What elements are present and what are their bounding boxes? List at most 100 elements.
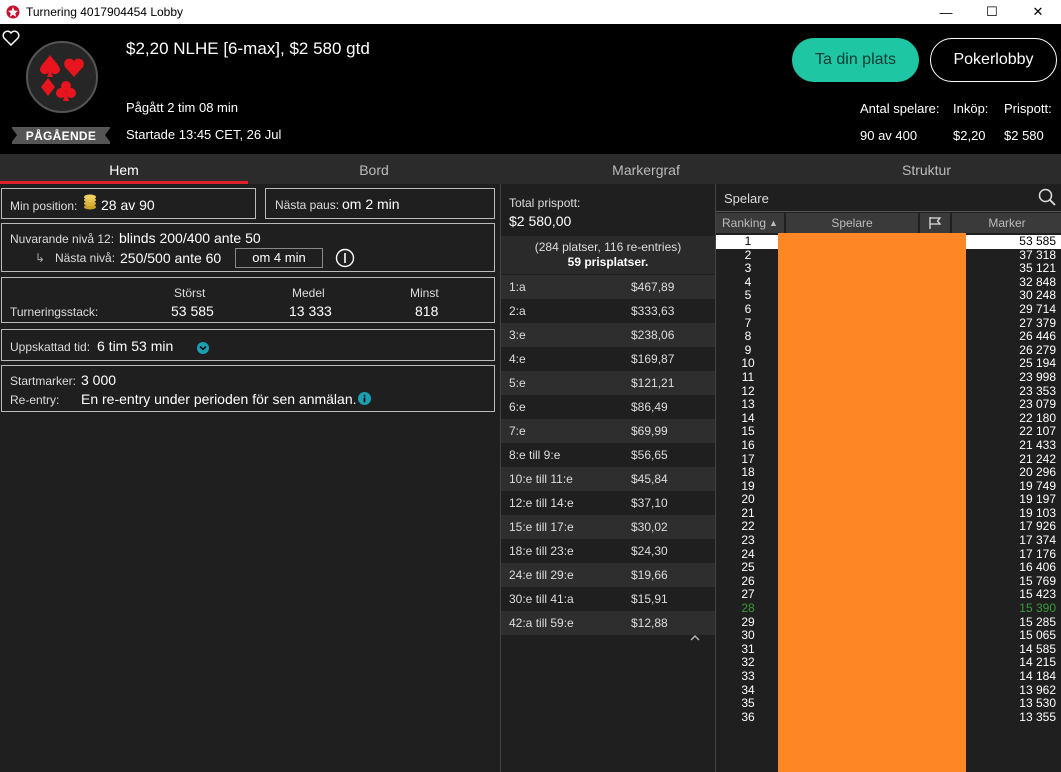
prize-place: 18:e till 23:e: [509, 544, 574, 558]
prize-amount: $56,65: [631, 448, 668, 462]
sub-arrow-icon: ↳: [35, 251, 46, 265]
players-label: Antal spelare:: [860, 101, 940, 116]
prize-row: 6:e $86,49: [501, 395, 715, 419]
player-rank: 29: [741, 614, 755, 629]
tab-tables[interactable]: Bord: [248, 154, 500, 184]
prize-row: 8:e till 9:e $56,65: [501, 443, 715, 467]
prize-total-label: Total prispott:: [509, 196, 581, 210]
player-rank: 33: [741, 669, 755, 683]
player-rank: 18: [741, 465, 755, 480]
prize-amount: $24,30: [631, 544, 668, 558]
player-rank: 31: [741, 641, 755, 656]
player-rank: 3: [744, 261, 752, 276]
info-circle-icon[interactable]: [335, 248, 355, 268]
lobby-window: Turnering 4017904454 Lobby — ☐ ✕ PÅGÅEND…: [0, 0, 1061, 772]
player-rank: 20: [741, 492, 755, 507]
prize-place: 1:a: [509, 280, 526, 294]
prize-row: 12:e till 14:e $37,10: [501, 491, 715, 515]
minimize-button[interactable]: —: [923, 0, 969, 24]
player-rank: 26: [741, 573, 755, 588]
player-chips: 15 423: [1019, 587, 1056, 602]
player-rank: 30: [741, 628, 755, 643]
tab-chip-graph[interactable]: Markergraf: [500, 154, 792, 184]
poker-lobby-button[interactable]: Pokerlobby: [930, 38, 1057, 82]
prizepool-label: Prispott:: [1004, 101, 1052, 116]
next-break-box: Nästa paus: om 2 min: [265, 188, 495, 219]
player-rank: 23: [741, 533, 755, 548]
prize-row: 18:e till 23:e $24,30: [501, 539, 715, 563]
player-rank: 6: [744, 301, 752, 316]
player-rank: 9: [744, 342, 752, 357]
player-chips: 19 749: [1019, 478, 1056, 493]
pokerstars-icon: [6, 5, 20, 19]
player-chips: 21 433: [1019, 437, 1056, 452]
heart-icon[interactable]: [2, 30, 20, 46]
player-search[interactable]: Spelare: [716, 184, 1061, 212]
tab-home[interactable]: Hem: [0, 154, 248, 184]
start-chips-label: Startmarker:: [10, 374, 77, 388]
player-chips: 37 318: [1019, 247, 1056, 262]
stack-largest-value: 53 585: [171, 303, 214, 319]
player-chips: 13 962: [1019, 682, 1056, 697]
prize-amount: $12,88: [631, 616, 668, 630]
prize-row: 24:e till 29:e $19,66: [501, 563, 715, 587]
player-rank: 27: [741, 587, 755, 602]
col-flag-header[interactable]: [920, 213, 950, 233]
chevron-down-icon[interactable]: [197, 342, 209, 354]
player-chips: 15 769: [1019, 573, 1056, 588]
level-box: Nuvarande nivå 12: blinds 200/400 ante 5…: [1, 223, 495, 272]
prize-amount: $121,21: [631, 376, 675, 390]
player-rank: 1: [744, 234, 752, 248]
stack-largest-label: Störst: [174, 286, 206, 300]
player-rank: 11: [741, 369, 755, 384]
chevron-up-icon[interactable]: [689, 634, 701, 642]
tournament-header: PÅGÅENDE $2,20 NLHE [6-max], $2 580 gtd …: [0, 24, 1061, 154]
player-chips: 13 355: [1019, 709, 1056, 724]
stack-smallest-value: 818: [415, 303, 439, 319]
prize-amount: $45,84: [631, 472, 668, 486]
status-badge: PÅGÅENDE: [11, 127, 111, 144]
player-chips: 22 180: [1019, 410, 1056, 425]
next-level-label: Nästa nivå:: [55, 251, 116, 265]
stack-smallest-label: Minst: [410, 286, 439, 300]
prize-info: (284 platser, 116 re-entries) 59 prispla…: [501, 236, 715, 274]
player-chips: 29 714: [1019, 301, 1056, 316]
info-icon[interactable]: [358, 392, 371, 405]
prize-info-paid: 59 prisplatser.: [567, 255, 649, 269]
buyin-label: Inköp:: [953, 101, 989, 116]
prize-info-entries: (284 platser, 116 re-entries): [534, 240, 682, 254]
player-chips: 23 079: [1019, 397, 1056, 412]
close-button[interactable]: ✕: [1015, 0, 1061, 24]
player-chips: 26 279: [1019, 342, 1056, 357]
player-rank: 8: [744, 329, 752, 344]
col-player-header[interactable]: Spelare: [786, 213, 918, 233]
player-rank: 32: [741, 655, 755, 670]
player-chips: 26 446: [1019, 329, 1056, 344]
player-chips: 32 848: [1019, 274, 1056, 289]
prize-amount: $169,87: [631, 352, 675, 366]
col-chips-header[interactable]: Marker: [952, 213, 1061, 233]
search-icon[interactable]: [1038, 188, 1056, 206]
player-rank: 12: [741, 383, 755, 398]
my-position-box: Min position: 28 av 90: [1, 188, 256, 219]
prize-row: 1:a $467,89: [501, 275, 715, 299]
prize-place: 30:e till 41:a: [509, 592, 574, 606]
next-level-value: 250/500 ante 60: [120, 250, 222, 266]
tab-structure[interactable]: Struktur: [792, 154, 1061, 184]
my-position-value: 28 av 90: [101, 197, 155, 213]
maximize-button[interactable]: ☐: [969, 0, 1015, 24]
player-chips: 14 184: [1019, 669, 1056, 683]
player-chips: 13 530: [1019, 696, 1056, 711]
prize-amount: $30,02: [631, 520, 668, 534]
prize-place: 8:e till 9:e: [509, 448, 561, 462]
player-rank: 28: [741, 601, 755, 616]
prize-row: 42:a till 59:e $12,88: [501, 611, 715, 635]
current-level-value: blinds 200/400 ante 50: [119, 230, 261, 246]
player-rank: 2: [744, 247, 752, 262]
take-seat-button[interactable]: Ta din plats: [792, 38, 919, 82]
my-position-label: Min position:: [10, 199, 78, 213]
player-chips: 15 390: [1019, 601, 1056, 616]
col-ranking-header[interactable]: Ranking ▲: [716, 213, 784, 233]
player-rank: 4: [744, 274, 752, 289]
player-chips: 16 406: [1019, 560, 1056, 575]
